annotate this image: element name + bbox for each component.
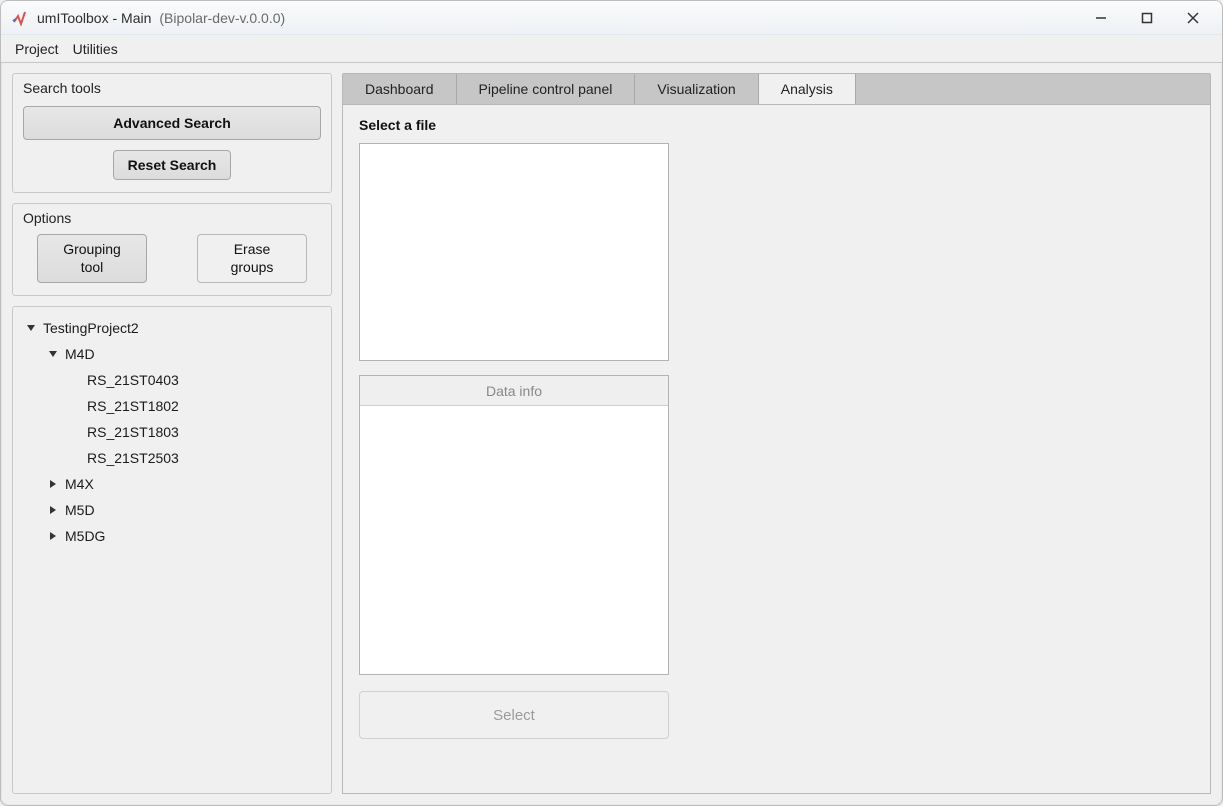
grouping-tool-label-1: Grouping [50, 241, 134, 259]
menu-project[interactable]: Project [15, 41, 59, 57]
advanced-search-button[interactable]: Advanced Search [23, 106, 321, 140]
erase-groups-label-1: Erase [210, 241, 294, 259]
chevron-right-icon [45, 502, 61, 518]
tree-leaf[interactable]: RS_21ST0403 [63, 367, 325, 393]
window-title: umIToolbox - Main [37, 10, 151, 26]
close-button[interactable] [1170, 3, 1216, 33]
grouping-tool-button[interactable]: Grouping tool [37, 234, 147, 283]
grouping-tool-label-2: tool [50, 259, 134, 277]
tree-node-root[interactable]: TestingProject2 [19, 315, 325, 341]
right-column: Dashboard Pipeline control panel Visuali… [342, 73, 1211, 794]
chevron-down-icon [23, 320, 39, 336]
data-info-panel: Data info [359, 375, 669, 675]
window-subtitle: (Bipolar-dev-v.0.0.0) [159, 10, 285, 26]
chevron-right-icon [45, 528, 61, 544]
tree-node-label: M4D [65, 346, 95, 362]
tab-analysis[interactable]: Analysis [759, 74, 856, 105]
titlebar: umIToolbox - Main (Bipolar-dev-v.0.0.0) [1, 1, 1222, 35]
tree-node-m4x[interactable]: M4X [41, 471, 325, 497]
tab-body-analysis: Select a file Data info Select [342, 105, 1211, 794]
erase-groups-label-2: groups [210, 259, 294, 277]
tree-node-label: RS_21ST1803 [87, 424, 179, 440]
chevron-right-icon [45, 476, 61, 492]
tab-strip: Dashboard Pipeline control panel Visuali… [342, 73, 1211, 105]
minimize-button[interactable] [1078, 3, 1124, 33]
erase-groups-button[interactable]: Erase groups [197, 234, 307, 283]
options-title: Options [13, 204, 331, 228]
menubar: Project Utilities [1, 35, 1222, 63]
content-area: Search tools Advanced Search Reset Searc… [1, 63, 1222, 805]
project-tree[interactable]: TestingProject2 M4D [12, 306, 332, 794]
file-listbox[interactable] [359, 143, 669, 361]
tree-node-label: M5DG [65, 528, 105, 544]
app-window: umIToolbox - Main (Bipolar-dev-v.0.0.0) … [0, 0, 1223, 806]
select-button[interactable]: Select [359, 691, 669, 739]
tree-node-label: RS_21ST1802 [87, 398, 179, 414]
tree-node-m5dg[interactable]: M5DG [41, 523, 325, 549]
data-info-body [360, 406, 668, 674]
menu-utilities[interactable]: Utilities [73, 41, 118, 57]
tree-node-label: RS_21ST2503 [87, 450, 179, 466]
tree-node-label: RS_21ST0403 [87, 372, 179, 388]
tree-leaf[interactable]: RS_21ST1802 [63, 393, 325, 419]
chevron-down-icon [45, 346, 61, 362]
tree-node-m5d[interactable]: M5D [41, 497, 325, 523]
tree-node-label: M4X [65, 476, 94, 492]
tab-pipeline[interactable]: Pipeline control panel [457, 74, 636, 104]
data-info-header: Data info [360, 376, 668, 406]
select-file-label: Select a file [359, 117, 669, 133]
options-panel: Options Grouping tool Erase groups [12, 203, 332, 296]
tab-visualization[interactable]: Visualization [635, 74, 758, 104]
left-column: Search tools Advanced Search Reset Searc… [12, 73, 332, 794]
maximize-button[interactable] [1124, 3, 1170, 33]
matlab-icon [11, 9, 29, 27]
search-tools-panel: Search tools Advanced Search Reset Searc… [12, 73, 332, 193]
tree-leaf[interactable]: RS_21ST1803 [63, 419, 325, 445]
reset-search-button[interactable]: Reset Search [113, 150, 232, 180]
analysis-left-pane: Select a file Data info Select [359, 117, 669, 781]
tree-node-label: M5D [65, 502, 95, 518]
tree-leaf[interactable]: RS_21ST2503 [63, 445, 325, 471]
tree-node-m4d[interactable]: M4D [41, 341, 325, 367]
tab-dashboard[interactable]: Dashboard [343, 74, 457, 104]
tree-node-label: TestingProject2 [43, 320, 139, 336]
search-tools-title: Search tools [13, 74, 331, 98]
